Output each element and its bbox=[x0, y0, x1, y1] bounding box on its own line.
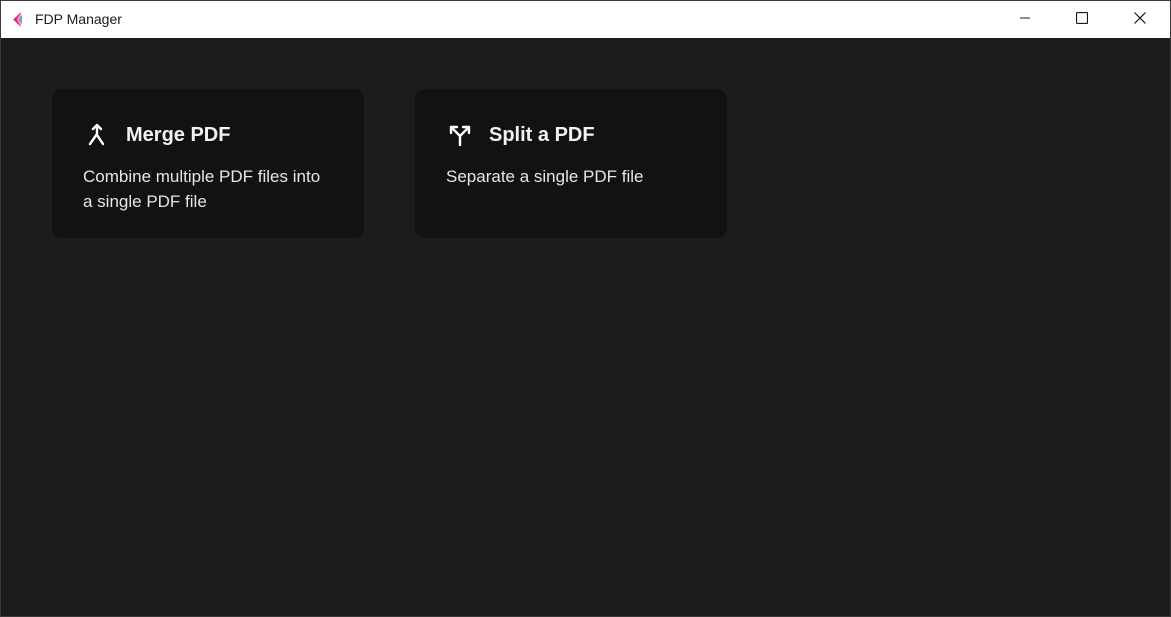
maximize-icon bbox=[1075, 11, 1089, 29]
merge-pdf-card[interactable]: Merge PDF Combine multiple PDF files int… bbox=[52, 89, 364, 238]
split-pdf-title: Split a PDF bbox=[489, 124, 595, 146]
merge-pdf-title: Merge PDF bbox=[126, 124, 231, 146]
merge-pdf-description: Combine multiple PDF files into a single… bbox=[83, 167, 321, 211]
close-button[interactable] bbox=[1111, 1, 1169, 38]
title-bar[interactable]: FDP Manager bbox=[1, 1, 1170, 38]
split-pdf-description: Separate a single PDF file bbox=[446, 167, 644, 186]
minimize-icon bbox=[1019, 11, 1031, 29]
split-icon bbox=[448, 123, 472, 147]
merge-icon bbox=[85, 123, 109, 147]
app-window: FDP Manager Merge PDF Combine multiple P… bbox=[0, 0, 1171, 617]
minimize-button[interactable] bbox=[996, 1, 1054, 38]
main-content: Merge PDF Combine multiple PDF files int… bbox=[1, 38, 1170, 616]
maximize-button[interactable] bbox=[1053, 1, 1111, 38]
window-title: FDP Manager bbox=[35, 11, 122, 27]
split-pdf-card[interactable]: Split a PDF Separate a single PDF file bbox=[415, 89, 727, 238]
close-icon bbox=[1134, 11, 1146, 29]
app-logo-icon bbox=[11, 11, 28, 28]
